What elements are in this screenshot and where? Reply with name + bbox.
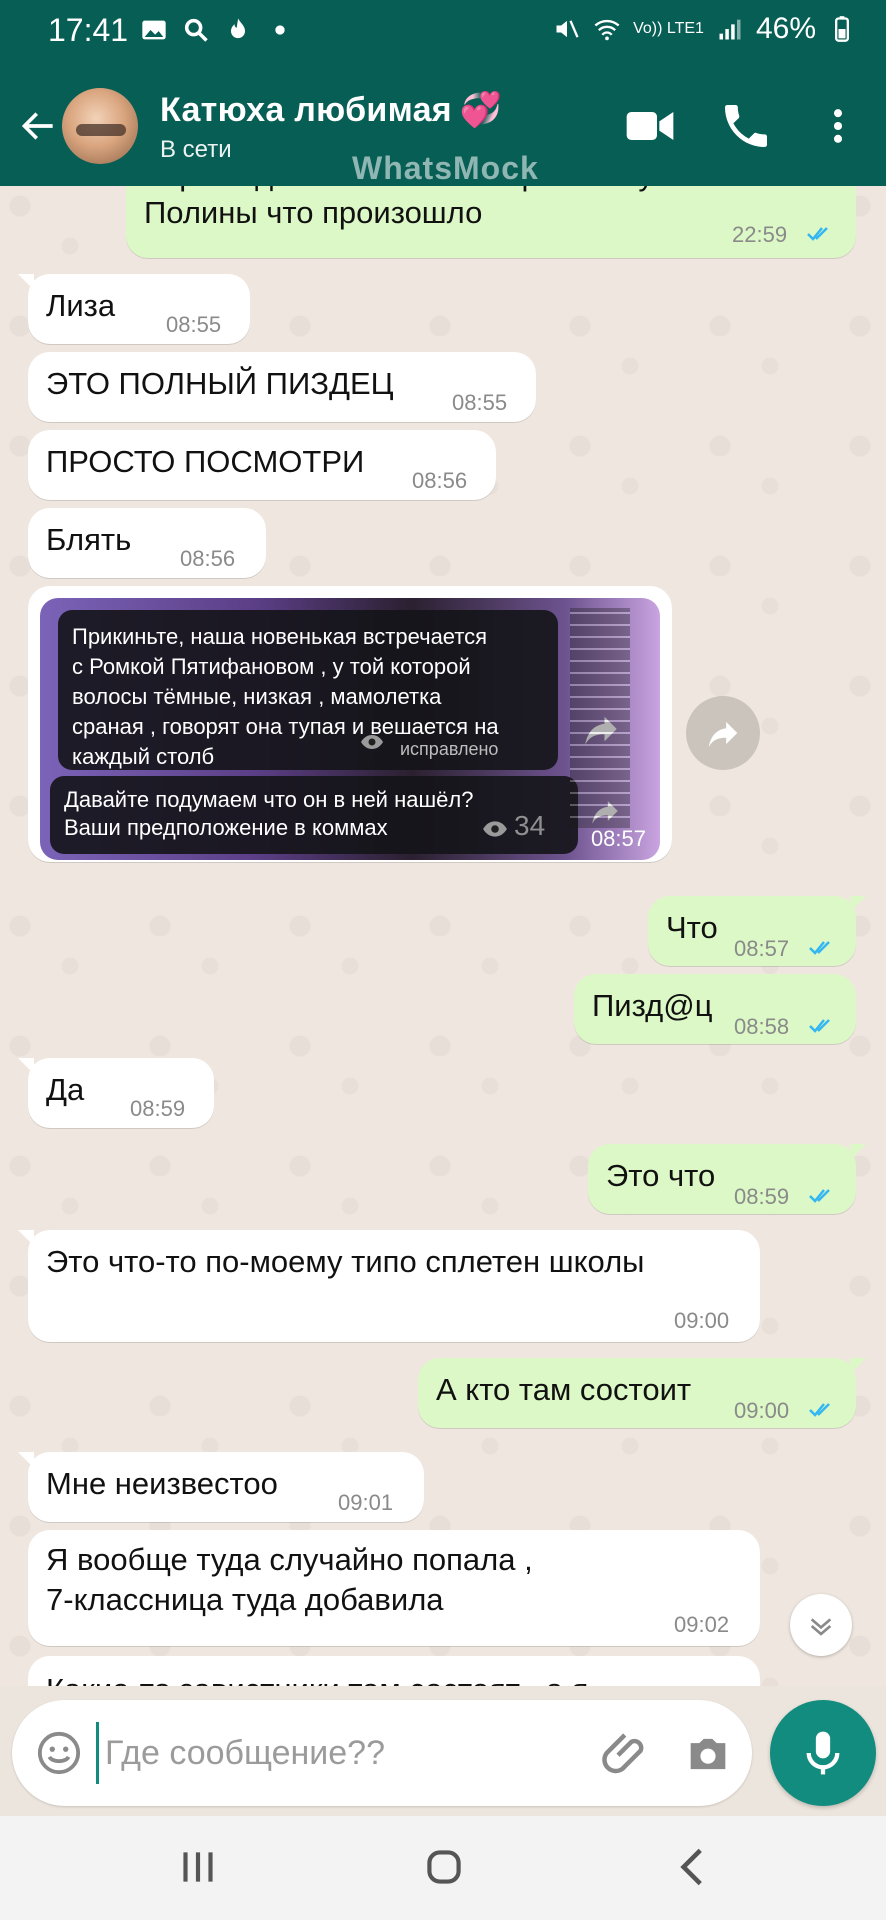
message-text: Это что [606, 1158, 716, 1193]
message-time: 08:59 [130, 1096, 186, 1121]
message-time: 08:56 [180, 546, 236, 571]
message-outgoing[interactable]: Пизд@ц 08:58 [574, 974, 856, 1044]
message-incoming[interactable]: Какие-то завистники там состоят , а я [28, 1656, 760, 1686]
message-text: 7-классница туда добавила [46, 1582, 444, 1617]
attach-icon[interactable] [600, 1726, 654, 1780]
message-text: Лиза [46, 288, 116, 323]
status-bar: 17:41 Vo)) LTE1 46% [0, 0, 886, 64]
message-outgoing[interactable]: Что 08:57 [648, 896, 866, 966]
battery-icon [835, 16, 849, 42]
back-nav-icon[interactable] [664, 1842, 724, 1892]
edited-label: исправлено [400, 739, 499, 759]
forward-icon [708, 721, 738, 748]
double-chevron-down-icon [810, 1618, 832, 1636]
media-time: 08:57 [590, 826, 646, 851]
message-time: 22:59 [732, 222, 788, 247]
message-input-bar [12, 1700, 752, 1806]
phone-call-icon[interactable] [718, 98, 774, 154]
message-time: 08:57 [734, 936, 790, 961]
read-receipt-icon [807, 227, 828, 241]
message-text: ПРОСТО ПОСМОТРИ [46, 444, 365, 479]
message-incoming[interactable]: Лиза 08:55 [18, 274, 250, 344]
message-text: Я вообще туда случайно попала , [46, 1542, 533, 1577]
message-time: 08:59 [734, 1184, 790, 1209]
home-icon[interactable] [414, 1842, 474, 1892]
read-receipt-icon [809, 941, 830, 955]
chat-area[interactable]: Короче давай ты потом спросишь у Полины … [0, 186, 886, 1686]
media-caption-2: Давайте подумаем что он в ней нашёл? Ваш… [50, 776, 578, 854]
back-arrow-icon[interactable] [16, 104, 60, 148]
scroll-to-bottom-button[interactable] [790, 1594, 852, 1656]
message-text: Да [46, 1072, 85, 1107]
search-icon [184, 18, 208, 42]
system-nav-bar [0, 1816, 886, 1920]
read-receipt-icon [809, 1019, 830, 1033]
wifi-icon [594, 19, 620, 41]
read-receipt-icon [809, 1403, 830, 1417]
share-arrow-icon [592, 801, 618, 824]
message-time: 08:55 [452, 390, 508, 415]
mute-icon [556, 20, 579, 38]
heart-emoji: 💞 [459, 91, 503, 129]
status-time: 17:41 [48, 12, 129, 48]
message-time: 08:55 [166, 312, 222, 337]
message-time: 09:01 [338, 1490, 394, 1515]
message-text: Полины что произошло [144, 195, 483, 230]
message-time: 09:00 [734, 1398, 790, 1423]
microphone-icon [806, 1731, 840, 1775]
contact-avatar[interactable] [62, 88, 138, 164]
message-text: Какие-то завистники там состоят , а я [46, 1672, 588, 1686]
message-incoming[interactable]: ЭТО ПОЛНЫЙ ПИЗДЕЦ 08:55 [28, 352, 536, 422]
message-text: Это что-то по-моему типо сплетен школы [46, 1244, 645, 1279]
watermark: WhatsMock [352, 150, 539, 186]
message-outgoing[interactable]: Это что 08:59 [588, 1144, 866, 1214]
message-incoming[interactable]: ПРОСТО ПОСМОТРИ 08:56 [28, 430, 496, 500]
voice-message-button[interactable] [770, 1700, 876, 1806]
message-text: Короче давай ты потом спросишь у [144, 186, 654, 194]
views-eye-icon [483, 821, 507, 837]
message-text: А кто там состоит [436, 1372, 692, 1407]
gallery-icon [142, 20, 166, 40]
more-options-icon[interactable] [816, 98, 860, 154]
message-text: Что [666, 910, 718, 945]
message-time: 08:56 [412, 468, 468, 493]
media-image[interactable]: Прикиньте, наша новенькая встречается с … [40, 598, 660, 860]
battery-percent: 46% [755, 12, 816, 45]
message-text: Блять [46, 522, 132, 557]
video-call-icon[interactable] [622, 98, 678, 154]
message-outgoing[interactable]: Короче давай ты потом спросишь у Полины … [126, 186, 856, 258]
message-incoming[interactable]: Блять 08:56 [28, 508, 266, 578]
recent-apps-icon[interactable] [168, 1842, 228, 1892]
network-type: Vo)) LTE1 [633, 20, 704, 37]
message-text: Мне неизвестоо [46, 1466, 278, 1501]
message-incoming[interactable]: Я вообще туда случайно попала , 7-классн… [28, 1530, 760, 1646]
share-arrow-icon [585, 716, 617, 745]
message-incoming[interactable]: Это что-то по-моему типо сплетен школы 0… [18, 1230, 760, 1342]
emoji-icon[interactable] [36, 1730, 82, 1776]
contact-status: В сети [160, 136, 232, 163]
read-receipt-icon [809, 1189, 830, 1203]
contact-name[interactable]: Катюха любимая 💞 [160, 90, 503, 130]
camera-icon[interactable] [682, 1728, 734, 1780]
message-incoming[interactable]: Да 08:59 [18, 1058, 214, 1128]
message-text: ЭТО ПОЛНЫЙ ПИЗДЕЦ [46, 366, 394, 401]
message-time: 08:58 [734, 1014, 790, 1039]
message-incoming[interactable]: Мне неизвестоо 09:01 [18, 1452, 424, 1522]
flame-icon [231, 18, 245, 39]
views-count: 34 [514, 810, 546, 841]
message-outgoing[interactable]: А кто там состоит 09:00 [418, 1358, 866, 1428]
signal-icon [719, 19, 741, 40]
media-caption-1: Прикиньте, наша новенькая встречается с … [58, 610, 558, 770]
message-text: Пизд@ц [592, 988, 713, 1023]
forward-button[interactable] [686, 696, 760, 770]
message-time: 09:02 [674, 1612, 730, 1637]
message-time: 09:00 [674, 1308, 730, 1333]
eye-icon [361, 735, 383, 749]
dot-icon [275, 25, 285, 35]
message-input[interactable] [96, 1722, 587, 1784]
